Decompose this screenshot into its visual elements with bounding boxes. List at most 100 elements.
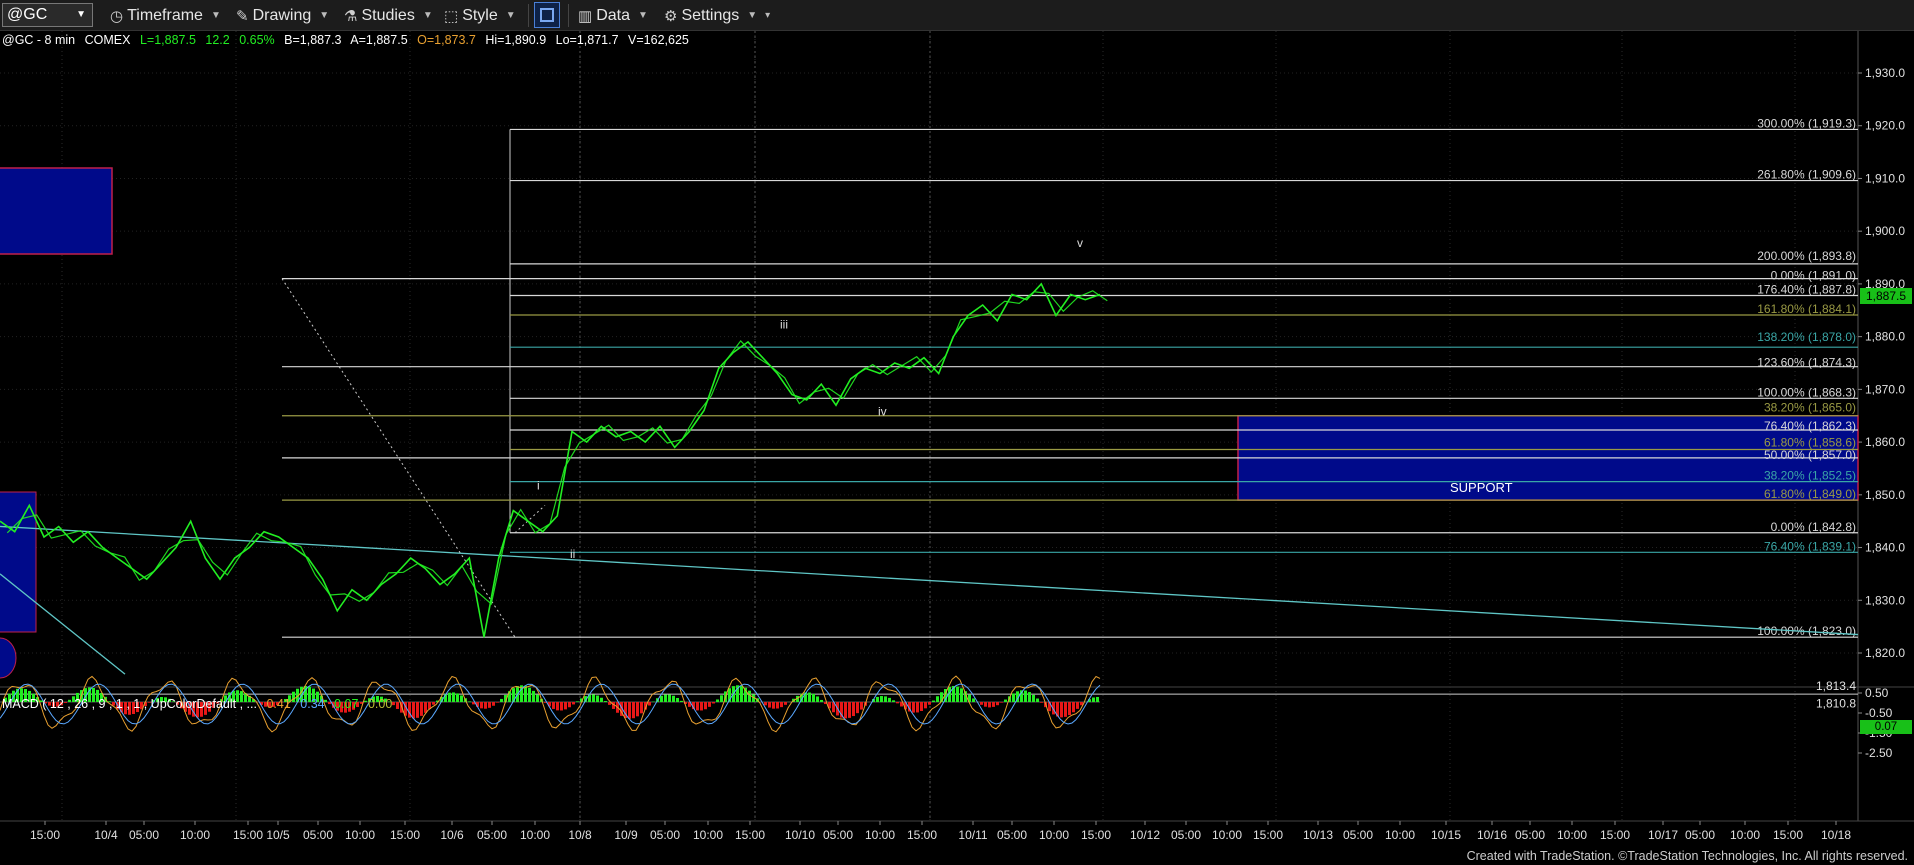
- trendline-dotted: [514, 504, 546, 534]
- macd-histogram-bar: [596, 695, 599, 702]
- style-menu[interactable]: ⬚ Style ▼: [444, 4, 516, 27]
- wave-label: i: [537, 479, 540, 493]
- footer-credit: Created with TradeStation. ©TradeStation…: [1466, 849, 1908, 863]
- time-tick-label: 05:00: [1171, 828, 1201, 842]
- macd-histogram-bar: [1060, 702, 1063, 718]
- price-chart[interactable]: 1,820.0 1,830.0 1,840.0 1,850.0 1,860.0 1,870…: [0, 31, 1914, 865]
- macd-histogram-bar: [780, 702, 783, 708]
- studies-menu[interactable]: ⚗ Studies ▼: [344, 4, 433, 27]
- settings-menu[interactable]: ⚙ Settings ▼ ▾: [664, 4, 770, 27]
- time-tick-label: 15:00: [907, 828, 937, 842]
- symbol-selector[interactable]: @GC ▼: [2, 3, 93, 27]
- macd-histogram-bar: [488, 702, 491, 708]
- fib-label: 38.20% (1,865.0): [1764, 401, 1856, 415]
- macd-histogram-bar: [1028, 692, 1031, 702]
- macd-value-tag: 0.07: [1860, 720, 1912, 734]
- legend-last: L=1,887.5: [139, 33, 196, 47]
- time-tick-label: 10/5: [266, 828, 290, 842]
- time-tick-label: 10:00: [180, 828, 210, 842]
- macd-histogram-bar: [564, 702, 567, 710]
- macd-histogram-bar: [560, 702, 563, 711]
- macd-histogram-bar: [636, 702, 639, 717]
- symbol-legend: @GC - 8 min COMEX L=1,887.5 12.2 0.65% B…: [2, 33, 695, 47]
- macd-histogram-bar: [448, 692, 451, 702]
- time-tick-label: 10:00: [1039, 828, 1069, 842]
- macd-histogram-bar: [764, 702, 767, 706]
- macd-histogram-bar: [1036, 698, 1039, 702]
- macd-histogram-bar: [500, 698, 503, 702]
- macd-label: MACD ( 12 , 26 , 9 , 1 , 1 , UpColorDefa…: [2, 697, 257, 711]
- macd-histogram-bar: [992, 702, 995, 707]
- legend-open: O=1,873.7: [417, 33, 476, 47]
- time-tick-label: 10:00: [865, 828, 895, 842]
- macd-histogram-bar: [660, 695, 663, 702]
- macd-histogram-bar: [556, 702, 559, 711]
- macd-histogram-bar: [720, 695, 723, 702]
- macd-histogram-bar: [808, 692, 811, 702]
- time-tick-label: 10:00: [1212, 828, 1242, 842]
- macd-histogram-bar: [956, 686, 959, 702]
- macd-histogram-bar: [852, 702, 855, 717]
- time-tick-label: 15:00: [1081, 828, 1111, 842]
- legend-pct: 0.65%: [239, 33, 275, 47]
- time-tick-label: 10/13: [1303, 828, 1333, 842]
- fib-label: 123.60% (1,874.3): [1757, 356, 1856, 370]
- macd-histogram-bar: [704, 702, 707, 710]
- macd-histogram-bar: [700, 702, 703, 711]
- chevron-down-icon: ▼: [319, 10, 330, 21]
- macd-histogram-bar: [536, 694, 539, 702]
- macd-histogram-bar: [936, 696, 939, 702]
- macd-histogram-bar: [1068, 702, 1071, 716]
- macd-histogram-bar: [1000, 702, 1003, 703]
- macd-histogram-bar: [648, 702, 651, 706]
- macd-histogram-bar: [928, 702, 931, 705]
- toolbar-separator: [528, 4, 529, 27]
- time-tick-label: 10/8: [568, 828, 592, 842]
- price-tick-label: 1,920.0: [1865, 119, 1905, 133]
- macd-histogram-bar: [988, 702, 991, 708]
- time-tick-label: 10/17: [1648, 828, 1678, 842]
- resistance-zone: [0, 167, 113, 255]
- style-icon: ⬚: [444, 7, 459, 25]
- macd-histogram-bar: [748, 690, 751, 702]
- fib-label: 50.00% (1,857.0): [1764, 448, 1856, 462]
- wave-label: iv: [878, 405, 887, 419]
- fib-label: 0.00% (1,891.0): [1771, 269, 1856, 283]
- time-tick-label: 15:00: [1253, 828, 1283, 842]
- macd-histogram-bar: [552, 702, 555, 709]
- data-menu[interactable]: ▥ Data ▼: [578, 4, 648, 27]
- macd-histogram-bar: [432, 702, 435, 705]
- legend-high: Hi=1,890.9: [485, 33, 547, 47]
- macd-histogram-bar: [676, 697, 679, 702]
- macd-histogram-bar: [876, 696, 879, 702]
- macd-value-2: 0.34: [300, 697, 325, 711]
- macd-histogram-bar: [672, 695, 675, 702]
- fib-label: 176.40% (1,887.8): [1757, 283, 1856, 297]
- time-tick-label: 10:00: [520, 828, 550, 842]
- fib-label: 0.00% (1,842.8): [1771, 520, 1856, 534]
- timeframe-menu[interactable]: ◷ Timeframe ▼: [110, 4, 221, 27]
- macd-value-3: 0.07: [334, 697, 359, 711]
- legend-change: 12.2: [205, 33, 230, 47]
- drawing-menu[interactable]: ✎ Drawing ▼: [236, 4, 329, 27]
- price-tick-label: 1,870.0: [1865, 382, 1905, 396]
- layout-button[interactable]: [534, 2, 560, 28]
- clock-icon: ◷: [110, 7, 124, 25]
- macd-histogram-bar: [572, 702, 575, 705]
- macd-histogram-bar: [1072, 702, 1075, 713]
- macd-histogram-bar: [848, 702, 851, 718]
- time-tick-label: 15:00: [233, 828, 263, 842]
- studies-label: Studies: [361, 6, 415, 24]
- legend-ask: A=1,887.5: [350, 33, 408, 47]
- macd-histogram-bar: [716, 699, 719, 702]
- time-tick-label: 10/6: [440, 828, 464, 842]
- macd-histogram-bar: [740, 685, 743, 702]
- macd-histogram-bar: [468, 701, 471, 702]
- time-tick-label: 10:00: [1385, 828, 1415, 842]
- macd-histogram-bar: [1012, 693, 1015, 702]
- time-tick-label: 10/18: [1821, 828, 1851, 842]
- macd-histogram-bar: [420, 702, 423, 716]
- chevron-down-icon: ▼: [637, 10, 648, 21]
- macd-histogram-bar: [480, 702, 483, 709]
- time-tick-label: 05:00: [303, 828, 333, 842]
